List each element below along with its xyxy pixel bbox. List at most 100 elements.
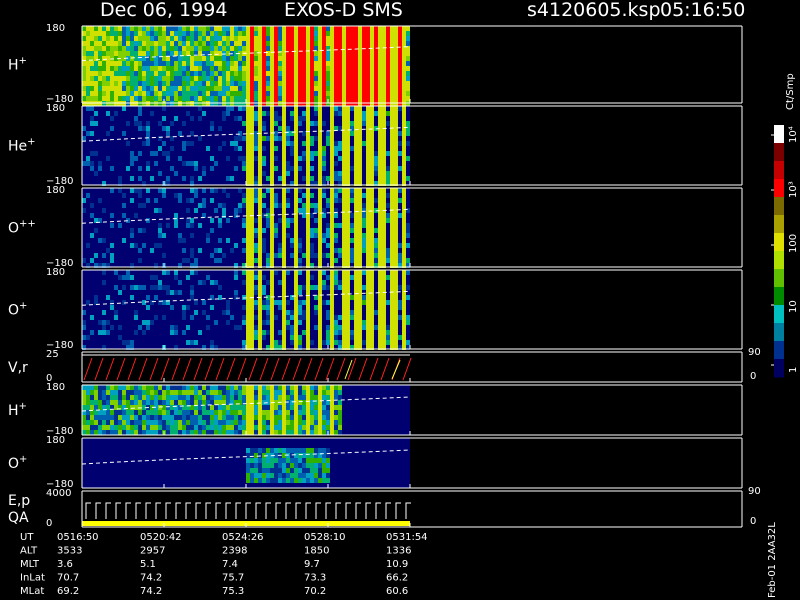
heatmap-cell [338, 146, 342, 151]
heatmap-cell [142, 385, 146, 390]
heatmap-cell [262, 71, 266, 76]
heatmap-cell [94, 410, 98, 415]
heatmap-cell [362, 96, 366, 101]
heatmap-cell [354, 126, 358, 131]
heatmap-cell [358, 335, 362, 340]
heatmap-cell [210, 400, 214, 405]
heatmap-cell [310, 395, 314, 400]
heatmap-cell [274, 56, 278, 61]
heatmap-cell [390, 275, 394, 280]
heatmap-cell [162, 425, 166, 430]
heatmap-cell [238, 71, 242, 76]
heatmap-cell [94, 46, 98, 51]
heatmap-cell [334, 161, 338, 166]
heatmap-cell [286, 188, 290, 193]
heatmap-cell [382, 340, 386, 345]
heatmap-cell [406, 285, 410, 290]
heatmap-cell [286, 385, 290, 390]
heatmap-cell [402, 295, 406, 300]
heatmap-cell [386, 121, 390, 126]
heatmap-cell [318, 315, 322, 320]
heatmap-cell [166, 223, 170, 228]
heatmap-cell [266, 41, 270, 46]
heatmap-cell [262, 86, 266, 91]
heatmap-cell [170, 41, 174, 46]
heatmap-cell [290, 81, 294, 86]
heatmap-cell [110, 166, 114, 171]
heatmap-cell [286, 478, 290, 483]
heatmap-cell [222, 425, 226, 430]
heatmap-cell [130, 51, 134, 56]
heatmap-cell [198, 430, 202, 435]
heatmap-cell [270, 335, 274, 340]
heatmap-cell [378, 166, 382, 171]
heatmap-cell [358, 228, 362, 233]
heatmap-cell [174, 51, 178, 56]
heatmap-cell [358, 203, 362, 208]
heatmap-cell [150, 300, 154, 305]
heatmap-cell [98, 410, 102, 415]
heatmap-cell [226, 81, 230, 86]
heatmap-cell [266, 111, 270, 116]
heatmap-cell [298, 61, 302, 66]
heatmap-cell [158, 223, 162, 228]
heatmap-cell [302, 330, 306, 335]
heatmap-cell [138, 81, 142, 86]
heatmap-cell [294, 233, 298, 238]
heatmap-cell [310, 248, 314, 253]
heatmap-cell [162, 285, 166, 290]
heatmap-cell [342, 26, 346, 31]
heatmap-cell [306, 41, 310, 46]
heatmap-cell [262, 430, 266, 435]
heatmap-cell [134, 66, 138, 71]
heatmap-cell [402, 340, 406, 345]
heatmap-cell [254, 76, 258, 81]
heatmap-cell [238, 385, 242, 390]
heatmap-cell [158, 243, 162, 248]
heatmap-cell [274, 66, 278, 71]
heatmap-cell [290, 243, 294, 248]
heatmap-cell [106, 385, 110, 390]
heatmap-cell [250, 405, 254, 410]
heatmap-cell [330, 218, 334, 223]
heatmap-cell [370, 71, 374, 76]
heatmap-cell [214, 86, 218, 91]
heatmap-cell [158, 280, 162, 285]
heatmap-cell [306, 46, 310, 51]
heatmap-cell [338, 405, 342, 410]
heatmap-cell [158, 81, 162, 86]
heatmap-cell [366, 91, 370, 96]
heatmap-cell [334, 233, 338, 238]
heatmap-cell [358, 305, 362, 310]
heatmap-cell [314, 253, 318, 258]
heatmap-cell [102, 86, 106, 91]
heatmap-cell [94, 96, 98, 101]
heatmap-cell [394, 290, 398, 295]
heatmap-cell [366, 156, 370, 161]
heatmap-cell [338, 26, 342, 31]
heatmap-cell [202, 415, 206, 420]
heatmap-cell [258, 46, 262, 51]
heatmap-cell [318, 395, 322, 400]
heatmap-cell [90, 203, 94, 208]
footer-row-name: UT [20, 532, 34, 543]
heatmap-cell [178, 198, 182, 203]
heatmap-cell [170, 86, 174, 91]
heatmap-cell [298, 410, 302, 415]
heatmap-cell [158, 425, 162, 430]
heatmap-cell [294, 218, 298, 223]
heatmap-cell [282, 41, 286, 46]
heatmap-cell [90, 395, 94, 400]
heatmap-cell [110, 71, 114, 76]
heatmap-cell [394, 213, 398, 218]
heatmap-cell [102, 46, 106, 51]
heatmap-cell [250, 420, 254, 425]
heatmap-cell [342, 335, 346, 340]
heatmap-cell [210, 385, 214, 390]
heatmap-cell [130, 228, 134, 233]
heatmap-cell [402, 258, 406, 263]
heatmap-cell [118, 46, 122, 51]
heatmap-cell [298, 258, 302, 263]
heatmap-cell [310, 31, 314, 36]
heatmap-cell [166, 405, 170, 410]
